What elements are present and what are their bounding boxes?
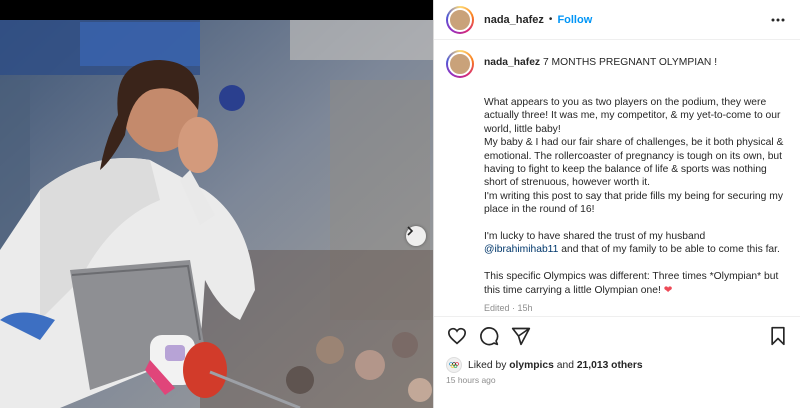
edited-timestamp: Edited · 15h xyxy=(484,303,533,314)
likes-prefix: Liked by xyxy=(468,359,507,371)
caption-text-span: This specific Olympics was different: Th… xyxy=(484,271,779,296)
post-timestamp[interactable]: 15 hours ago xyxy=(446,375,496,385)
olympic-rings-icon xyxy=(449,362,459,368)
more-horizontal-icon xyxy=(771,18,785,21)
caption-text-span: and that of my family to be able to come… xyxy=(561,244,780,256)
more-options-button[interactable] xyxy=(768,10,788,30)
post-photo[interactable] xyxy=(0,20,433,408)
caption-paragraph: I'm writing this post to say that pride … xyxy=(484,190,783,216)
likes-count-link[interactable]: 21,013 others xyxy=(577,360,643,371)
caption-paragraph: This specific Olympics was different: Th… xyxy=(484,270,789,297)
mention-link[interactable]: @ibrahimihab11 xyxy=(484,244,558,255)
divider xyxy=(434,316,800,317)
caption-username[interactable]: nada_hafez xyxy=(484,57,540,68)
save-button[interactable] xyxy=(767,325,789,347)
caption-paragraph: What appears to you as two players on th… xyxy=(484,97,781,135)
bookmark-icon xyxy=(771,326,785,346)
likes-summary: Liked by olympics and 21,013 others xyxy=(446,357,643,373)
heart-icon xyxy=(447,327,467,345)
follow-button[interactable]: Follow xyxy=(557,14,592,26)
caption-avatar[interactable] xyxy=(446,50,474,78)
fencer-photo-illustration xyxy=(0,20,433,408)
action-bar xyxy=(446,325,789,347)
caption-title: 7 MONTHS PREGNANT OLYMPIAN ! xyxy=(542,57,718,68)
caption-paragraph: My baby & I had our fair share of challe… xyxy=(484,137,784,189)
post-details-panel: nada_hafez • Follow nada_hafez 7 MONTHS … xyxy=(433,0,800,408)
post-header: nada_hafez • Follow xyxy=(434,0,800,40)
author-username[interactable]: nada_hafez xyxy=(484,14,544,26)
next-image-button[interactable] xyxy=(406,226,426,246)
caption-paragraph: I'm lucky to have shared the trust of my… xyxy=(484,230,789,257)
liker-avatar[interactable] xyxy=(446,357,462,373)
liker-username[interactable]: olympics xyxy=(509,360,554,371)
paper-plane-icon xyxy=(511,327,531,346)
heart-emoji: ❤ xyxy=(663,284,673,296)
like-button[interactable] xyxy=(446,325,468,347)
caption-text: What appears to you as two players on th… xyxy=(484,96,789,297)
post-caption: nada_hafez 7 MONTHS PREGNANT OLYMPIAN ! … xyxy=(434,50,800,316)
chevron-right-icon xyxy=(407,226,414,236)
author-avatar[interactable] xyxy=(446,5,474,34)
share-button[interactable] xyxy=(510,325,532,347)
comment-button[interactable] xyxy=(478,325,500,347)
header-separator: • xyxy=(548,14,553,25)
instagram-post-window: nada_hafez • Follow nada_hafez 7 MONTHS … xyxy=(0,0,800,408)
comment-icon xyxy=(480,327,499,346)
likes-and: and xyxy=(556,359,574,371)
caption-text-span: I'm lucky to have shared the trust of my… xyxy=(484,231,706,243)
